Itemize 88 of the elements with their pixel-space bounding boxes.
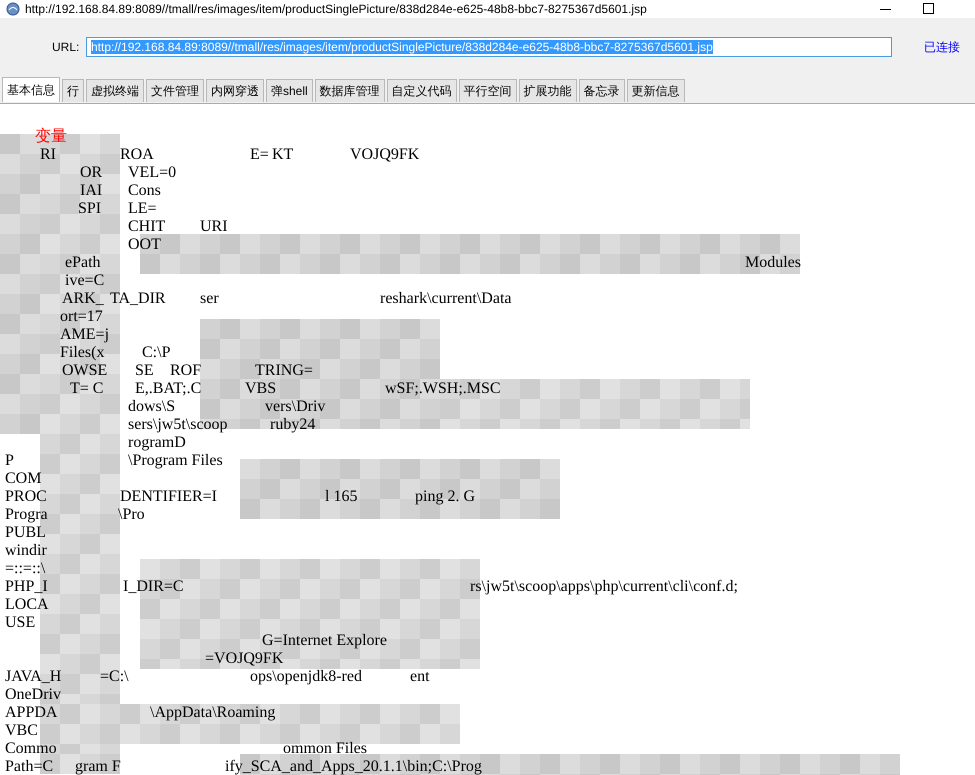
output-text: AME=j bbox=[60, 326, 110, 344]
output-text: VBC bbox=[5, 722, 38, 740]
output-text: CHIT bbox=[128, 218, 166, 236]
tab[interactable]: 基本信息 bbox=[2, 77, 60, 102]
output-text: IAI bbox=[80, 182, 102, 200]
output-text: SPI bbox=[78, 200, 102, 218]
output-text: JAVA_H bbox=[5, 668, 62, 686]
output-text: rogramD bbox=[128, 434, 186, 452]
output-text: reshark\current\Data bbox=[380, 290, 512, 308]
output-text: PROC bbox=[5, 488, 47, 506]
output-text: PUBL bbox=[5, 524, 46, 542]
output-text: ify_SCA_and_Apps_20.1.1\bin;C:\Prog bbox=[225, 758, 482, 775]
output-text: OOT bbox=[128, 236, 161, 254]
output-text: windir bbox=[5, 542, 47, 560]
output-text: wSF;.WSH;.MSC bbox=[385, 380, 501, 398]
output-text: ruby24 bbox=[270, 416, 316, 434]
output-text: Commo bbox=[5, 740, 57, 758]
output-text: LOCA bbox=[5, 596, 49, 614]
output-text: E,.BAT;.C bbox=[135, 380, 202, 398]
output-text: DENTIFIER=I bbox=[120, 488, 218, 506]
output-text: l 165 bbox=[325, 488, 358, 506]
output-text: ent bbox=[410, 668, 430, 686]
tab[interactable]: 内网穿透 bbox=[206, 79, 264, 102]
tab[interactable]: 文件管理 bbox=[146, 79, 204, 102]
tab[interactable]: 平行空间 bbox=[458, 79, 517, 102]
output-text: rs\jw5t\scoop\apps\php\current\cli\conf.d; bbox=[470, 578, 738, 596]
output-text: G=Internet Explore bbox=[262, 632, 387, 650]
url-label: URL: bbox=[52, 40, 80, 54]
window-title: http://192.168.84.89:8089//tmall/res/images/item/productSinglePicture/838d284e-e625-48b8-bbc7-8275367d5601.jsp bbox=[25, 2, 647, 16]
output-text: ops\openjdk8-red bbox=[250, 668, 362, 686]
output-text: PHP_I bbox=[5, 578, 48, 596]
connection-status: 已连接 bbox=[924, 38, 960, 56]
tab[interactable]: 自定义代码 bbox=[386, 79, 457, 102]
output-text: COM bbox=[5, 470, 42, 488]
output-text: URI bbox=[200, 218, 228, 236]
output-text: Progra bbox=[5, 506, 48, 524]
output-text: OneDriv bbox=[5, 686, 61, 704]
output-text: VEL=0 bbox=[128, 164, 176, 182]
output-text: OR bbox=[80, 164, 102, 182]
output-text: KT bbox=[272, 146, 294, 164]
tab[interactable]: 行 bbox=[62, 79, 84, 102]
tab[interactable]: 扩展功能 bbox=[518, 79, 577, 102]
output-text: ser bbox=[200, 290, 219, 308]
output-text: Path=C bbox=[5, 758, 54, 775]
output-text: E= bbox=[250, 146, 269, 164]
output-text: ort=17 bbox=[60, 308, 103, 326]
tab[interactable]: 虚拟终端 bbox=[86, 79, 144, 102]
output-text: =VOJQ9FK bbox=[205, 650, 284, 668]
output-text: \AppData\Roaming bbox=[150, 704, 276, 722]
maximize-icon[interactable] bbox=[923, 3, 934, 14]
minimize-icon[interactable] bbox=[880, 9, 891, 11]
tab[interactable]: 备忘录 bbox=[578, 79, 625, 102]
output-text: TA_DIR bbox=[110, 290, 166, 308]
tab[interactable]: 更新信息 bbox=[626, 79, 685, 102]
output-text: vers\Driv bbox=[265, 398, 326, 416]
output-text: C:\P bbox=[142, 344, 170, 362]
output-text: Modules bbox=[745, 254, 801, 272]
output-text: SE bbox=[135, 362, 154, 380]
output-text: P bbox=[5, 452, 14, 470]
output-text: gram F bbox=[75, 758, 121, 775]
output-text: VOJQ9FK bbox=[350, 146, 420, 164]
output-text: APPDA bbox=[5, 704, 58, 722]
output-text: 变量 bbox=[35, 128, 67, 146]
output-text: sers\jw5t\scoop bbox=[128, 416, 228, 434]
output-text: ROA bbox=[120, 146, 154, 164]
output-text: dows\S bbox=[128, 398, 176, 416]
tab[interactable]: 数据库管理 bbox=[314, 79, 385, 102]
output-text: \Program Files bbox=[128, 452, 223, 470]
output-text: VBS bbox=[245, 380, 276, 398]
output-text: ARK_ bbox=[62, 290, 104, 308]
output-text: LE= bbox=[128, 200, 157, 218]
output-text: Cons bbox=[128, 182, 161, 200]
output-text: RI bbox=[40, 146, 56, 164]
output-text: USE bbox=[5, 614, 36, 632]
output-text: ping 2. G bbox=[415, 488, 475, 506]
output-text: I_DIR=C bbox=[123, 578, 184, 596]
output-text: \Pro bbox=[118, 506, 145, 524]
output-text: =C:\ bbox=[100, 668, 129, 686]
output-text: ROF bbox=[170, 362, 202, 380]
output-text: ePath bbox=[65, 254, 101, 272]
output-text: ive=C bbox=[65, 272, 104, 290]
tab[interactable]: 弹shell bbox=[266, 79, 313, 102]
output-text: Files(x bbox=[60, 344, 104, 362]
output-text: T= C bbox=[70, 380, 104, 398]
output-text: =::=::\ bbox=[5, 560, 46, 578]
output-text: OWSE bbox=[62, 362, 108, 380]
output-text: TRING= bbox=[255, 362, 313, 380]
output-text: ommon Files bbox=[283, 740, 368, 758]
